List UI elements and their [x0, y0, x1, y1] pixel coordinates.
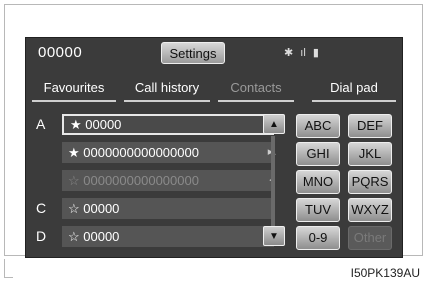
- bluetooth-icon: ✱: [284, 47, 294, 59]
- key-def[interactable]: DEF: [348, 114, 392, 138]
- scroll-up-button[interactable]: ▲: [263, 114, 285, 134]
- arrow-up-icon: ▲: [269, 119, 279, 130]
- contact-entry[interactable]: ★ 00000: [62, 114, 274, 135]
- list-item[interactable]: D ☆ 00000: [26, 226, 292, 248]
- tab-call-history[interactable]: Call history: [124, 76, 210, 102]
- frame-corner: [4, 259, 13, 278]
- key-tuv[interactable]: TUV: [296, 198, 340, 222]
- phone-screen: 00000 Settings ✱ ıl ▮ Favourites Call hi…: [25, 37, 403, 258]
- tab-favourites[interactable]: Favourites: [32, 76, 116, 102]
- signal-icon: ıl: [300, 47, 306, 59]
- scroll-down-button[interactable]: ▼: [263, 226, 285, 246]
- index-letter: D: [36, 228, 47, 244]
- key-0-9[interactable]: 0-9: [296, 226, 340, 250]
- scrollbar-track[interactable]: [271, 136, 275, 234]
- key-mno[interactable]: MNO: [296, 170, 340, 194]
- key-other: Other: [348, 226, 392, 250]
- top-bar: 00000 Settings ✱ ıl ▮: [26, 38, 402, 68]
- contact-entry[interactable]: ☆ 00000: [62, 198, 274, 219]
- figure-caption: I50PK139AU: [350, 266, 420, 280]
- key-pqrs[interactable]: PQRS: [348, 170, 392, 194]
- tab-contacts[interactable]: Contacts: [218, 76, 294, 102]
- settings-button[interactable]: Settings: [161, 42, 225, 64]
- contact-entry[interactable]: ☆ 0000000000000000: [62, 170, 274, 191]
- status-indicators: ✱ ıl ▮: [284, 46, 323, 59]
- arrow-down-icon: ▼: [269, 231, 279, 242]
- index-letter: C: [36, 200, 47, 216]
- index-letter: A: [36, 116, 46, 132]
- contact-list: A ★ 00000 ★ 0000000000000000 ▸. ☆ 000000…: [26, 114, 292, 254]
- key-abc[interactable]: ABC: [296, 114, 340, 138]
- contact-entry[interactable]: ☆ 00000: [62, 226, 274, 247]
- key-ghi[interactable]: GHI: [296, 142, 340, 166]
- list-item[interactable]: ☆ 0000000000000000 ◂: [26, 170, 292, 192]
- key-jkl[interactable]: JKL: [348, 142, 392, 166]
- contact-entry[interactable]: ★ 0000000000000000: [62, 142, 274, 163]
- list-item[interactable]: ★ 0000000000000000 ▸.: [26, 142, 292, 164]
- list-item[interactable]: C ☆ 00000: [26, 198, 292, 220]
- list-item[interactable]: A ★ 00000: [26, 114, 292, 136]
- battery-icon: ▮: [312, 47, 319, 59]
- tab-bar: Favourites Call history Contacts Dial pa…: [26, 76, 402, 102]
- phone-number-display: 00000: [38, 44, 83, 61]
- alphabet-keypad: ABC DEF GHI JKL MNO PQRS TUV WXYZ 0-9 Ot…: [296, 114, 401, 254]
- key-wxyz[interactable]: WXYZ: [348, 198, 392, 222]
- tab-dial-pad[interactable]: Dial pad: [312, 76, 396, 102]
